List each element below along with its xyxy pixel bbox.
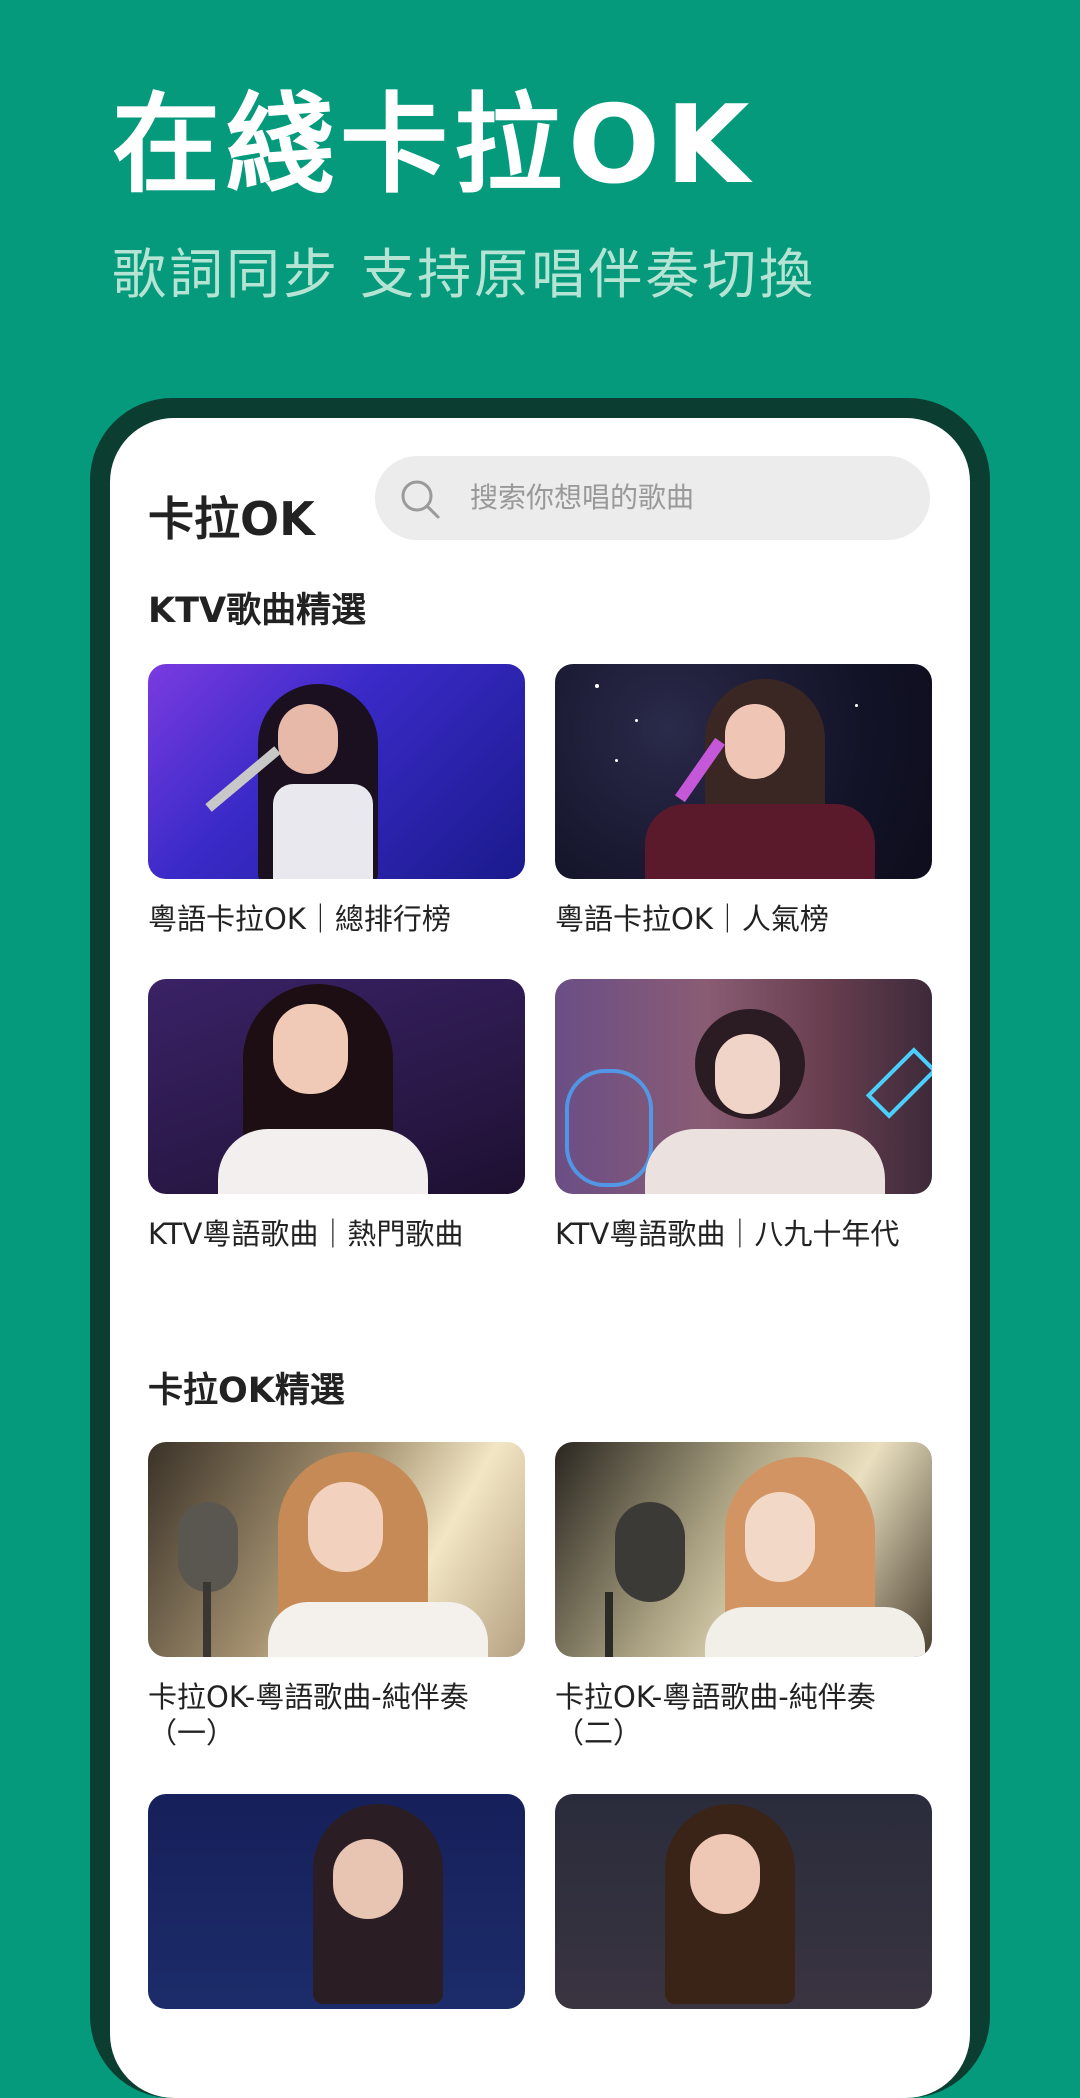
song-card[interactable] [148,1794,525,2009]
promo-title: 在綫卡拉OK [112,83,756,208]
card-thumbnail [148,979,525,1194]
search-icon [401,480,440,519]
card-caption: KTV粵語歌曲｜八九十年代 [555,1217,900,1251]
section-title-karaoke: 卡拉OK精選 [148,1371,345,1411]
section-title-ktv: KTV歌曲精選 [148,591,367,631]
song-card[interactable]: 卡拉OK-粵語歌曲-純伴奏 （二） [555,1442,932,1752]
card-caption-line2: （二） [555,1716,643,1751]
search-bar[interactable]: 搜索你想唱的歌曲 [375,456,930,540]
card-caption: 粵語卡拉OK｜人氣榜 [555,902,829,936]
card-thumbnail [555,664,932,879]
card-caption: KTV粵語歌曲｜熱門歌曲 [148,1217,464,1251]
card-thumbnail [555,1442,932,1657]
card-caption-line1: 卡拉OK-粵語歌曲-純伴奏 [555,1680,876,1714]
card-caption: 卡拉OK-粵語歌曲-純伴奏 （一） [148,1679,525,1752]
song-card[interactable] [555,1794,932,2009]
card-thumbnail [148,664,525,879]
promo-subtitle: 歌詞同步 支持原唱伴奏切換 [112,243,817,306]
phone-frame: 卡拉OK 搜索你想唱的歌曲 KTV歌曲精選 粵語卡拉OK｜總排行榜 粵語卡拉OK… [90,398,990,2098]
card-caption: 粵語卡拉OK｜總排行榜 [148,902,451,936]
song-card[interactable]: KTV粵語歌曲｜八九十年代 [555,979,932,1252]
card-thumbnail [555,979,932,1194]
app-screen: 卡拉OK 搜索你想唱的歌曲 KTV歌曲精選 粵語卡拉OK｜總排行榜 粵語卡拉OK… [110,418,970,2098]
card-caption-line2: （一） [148,1716,236,1751]
song-card[interactable]: 卡拉OK-粵語歌曲-純伴奏 （一） [148,1442,525,1752]
card-thumbnail [555,1794,932,2009]
card-thumbnail [148,1442,525,1657]
card-caption-line1: 卡拉OK-粵語歌曲-純伴奏 [148,1680,469,1714]
search-placeholder: 搜索你想唱的歌曲 [470,481,695,514]
card-caption: 卡拉OK-粵語歌曲-純伴奏 （二） [555,1679,932,1752]
song-card[interactable]: 粵語卡拉OK｜總排行榜 [148,664,525,937]
app-title: 卡拉OK [148,492,315,546]
song-card[interactable]: KTV粵語歌曲｜熱門歌曲 [148,979,525,1252]
card-thumbnail [148,1794,525,2009]
song-card[interactable]: 粵語卡拉OK｜人氣榜 [555,664,932,937]
